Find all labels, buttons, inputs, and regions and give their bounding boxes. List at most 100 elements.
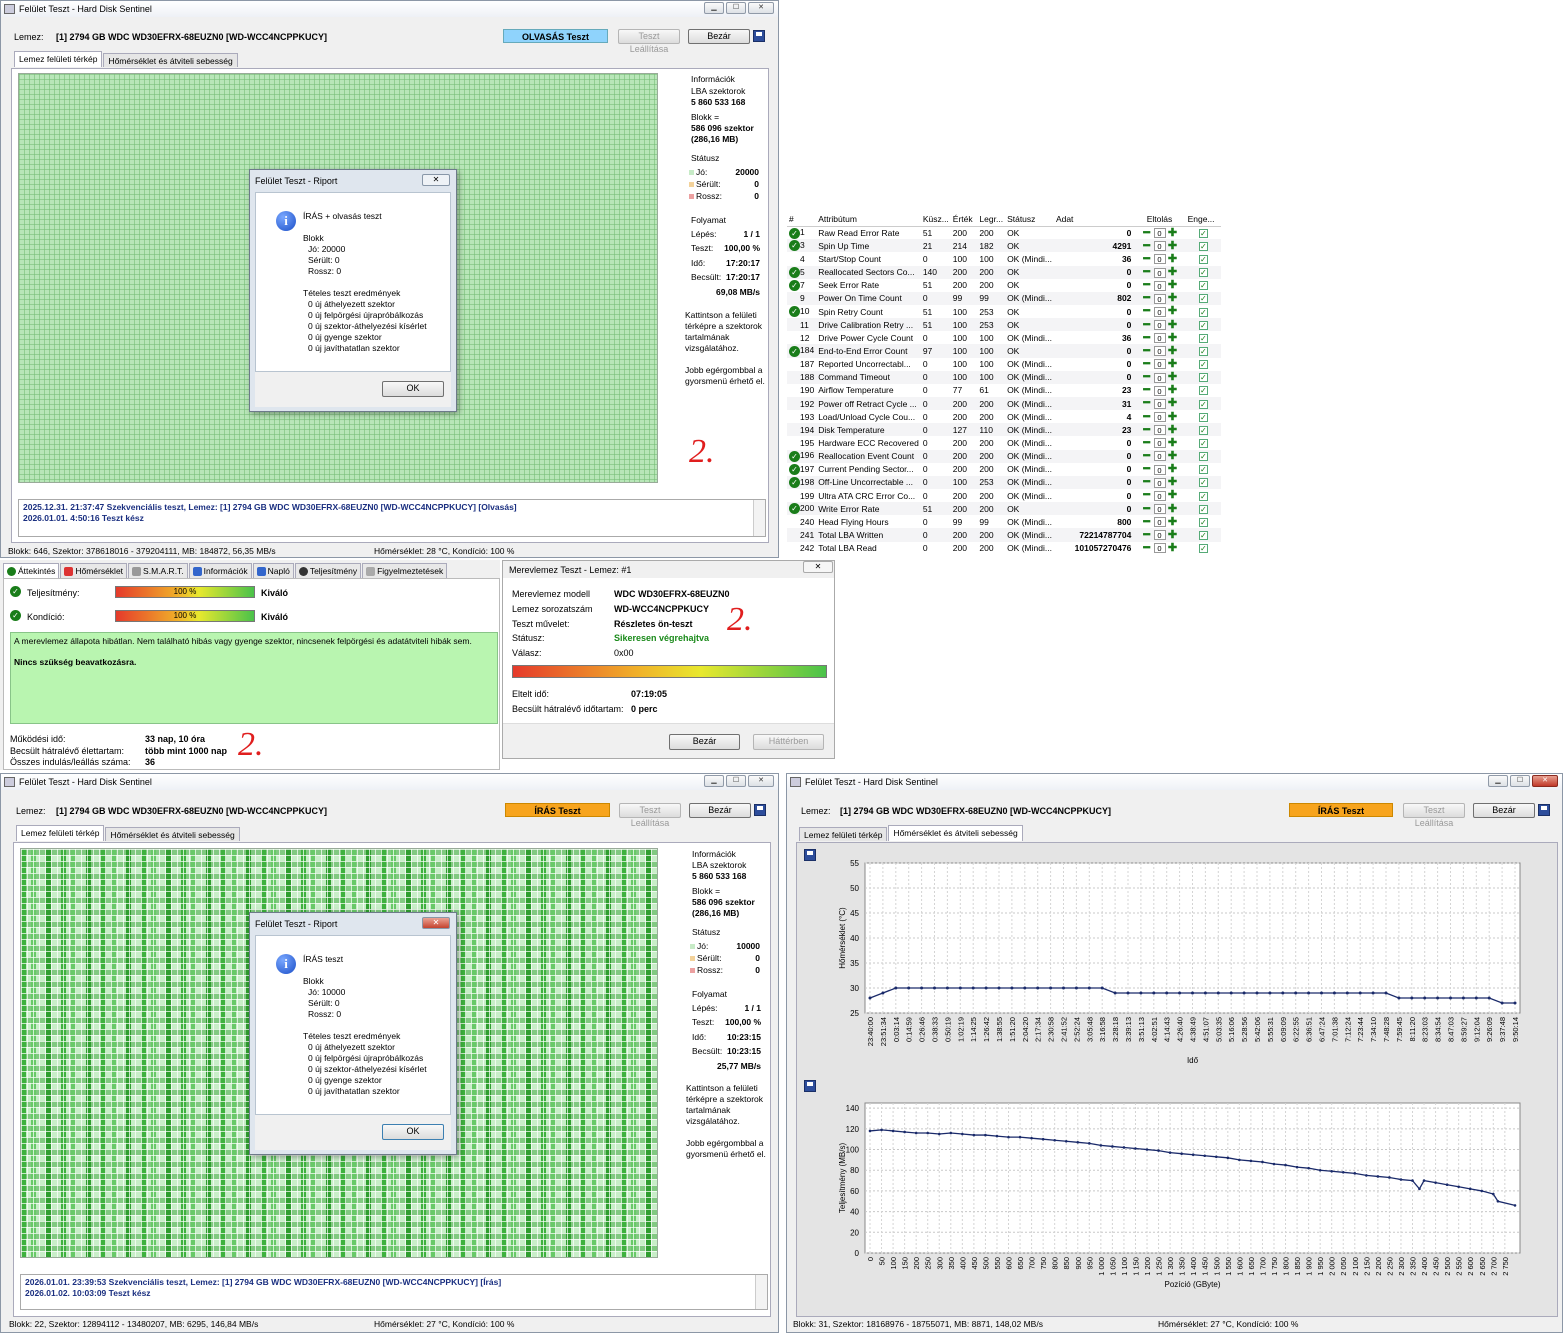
smart-row[interactable]: ✓ 196 Reallocation Event Count 0 200 200 OK (M… xyxy=(787,449,1221,463)
tab-warnings[interactable]: Figyelmeztetések xyxy=(362,563,448,578)
minus-icon[interactable]: ━ xyxy=(1142,529,1151,540)
minus-icon[interactable]: ━ xyxy=(1142,267,1151,278)
dialog-close-button[interactable]: ✕ xyxy=(422,917,450,929)
enabled-checkbox[interactable]: ✓ xyxy=(1198,504,1208,514)
offset-value[interactable]: 0 xyxy=(1153,464,1166,475)
smart-row[interactable]: ✓ 197 Current Pending Sector... 0 200 200 OK (… xyxy=(787,463,1221,476)
plus-icon[interactable]: ✚ xyxy=(1168,306,1177,317)
smart-row[interactable]: 187 Reported Uncorrectabl... 0 100 100 OK (Mi… xyxy=(787,358,1221,371)
minus-icon[interactable]: ━ xyxy=(1142,424,1151,435)
plus-icon[interactable]: ✚ xyxy=(1168,345,1177,356)
plus-icon[interactable]: ✚ xyxy=(1168,372,1177,383)
offset-value[interactable]: 0 xyxy=(1153,385,1166,396)
enabled-checkbox[interactable]: ✓ xyxy=(1198,478,1208,488)
col-header-offset[interactable]: Eltolás xyxy=(1133,213,1185,226)
close-window-button[interactable]: ✕ xyxy=(748,775,774,787)
enabled-checkbox[interactable]: ✓ xyxy=(1198,412,1208,422)
minus-icon[interactable]: ━ xyxy=(1142,503,1151,514)
col-header-enabled[interactable]: Enge... xyxy=(1186,213,1221,226)
minimize-button[interactable]: ▁ xyxy=(1488,775,1508,787)
tab-overview[interactable]: Áttekintés xyxy=(3,563,60,578)
enabled-checkbox[interactable]: ✓ xyxy=(1198,386,1208,396)
tab-temperature-speed[interactable]: Hőmérséklet és átviteli sebesség xyxy=(888,825,1023,841)
smart-row[interactable]: 195 Hardware ECC Recovered 0 200 200 OK (Mind… xyxy=(787,436,1221,449)
enabled-checkbox[interactable]: ✓ xyxy=(1198,228,1208,238)
minus-icon[interactable]: ━ xyxy=(1142,385,1151,396)
maximize-button[interactable]: ☐ xyxy=(1510,775,1530,787)
maximize-button[interactable]: ☐ xyxy=(726,775,746,787)
close-window-button[interactable]: ✕ xyxy=(1532,775,1558,787)
dialog-close-button[interactable]: ✕ xyxy=(422,174,450,186)
plus-icon[interactable]: ✚ xyxy=(1168,450,1177,461)
offset-value[interactable]: 0 xyxy=(1153,241,1166,252)
smart-row[interactable]: 199 Ultra ATA CRC Error Co... 0 200 200 OK (M… xyxy=(787,489,1221,502)
tab-smart[interactable]: S.M.A.R.T. xyxy=(128,563,188,578)
tab-performance[interactable]: Teljesítmény xyxy=(294,563,362,578)
enabled-checkbox[interactable]: ✓ xyxy=(1198,438,1208,448)
save-icon[interactable] xyxy=(754,804,766,816)
plus-icon[interactable]: ✚ xyxy=(1168,411,1177,422)
plus-icon[interactable]: ✚ xyxy=(1168,319,1177,330)
offset-value[interactable]: 0 xyxy=(1153,254,1166,265)
offset-value[interactable]: 0 xyxy=(1153,438,1166,449)
smart-row[interactable]: ✓ 184 End-to-End Error Count 97 100 100 OK 0 ━ 0… xyxy=(787,344,1221,358)
plus-icon[interactable]: ✚ xyxy=(1168,529,1177,540)
plus-icon[interactable]: ✚ xyxy=(1168,542,1177,553)
self-test-close-icon[interactable]: ✕ xyxy=(803,561,833,573)
enabled-checkbox[interactable]: ✓ xyxy=(1198,241,1208,251)
smart-row[interactable]: 190 Airflow Temperature 0 77 61 OK (Mindi... 2… xyxy=(787,384,1221,397)
smart-row[interactable]: ✓ 200 Write Error Rate 51 200 200 OK 0 ━ 0 ✚ ✓ xyxy=(787,502,1221,516)
enabled-checkbox[interactable]: ✓ xyxy=(1198,517,1208,527)
smart-row[interactable]: 241 Total LBA Written 0 200 200 OK (Mindi... 7… xyxy=(787,528,1221,542)
enabled-checkbox[interactable]: ✓ xyxy=(1198,346,1208,356)
col-header-data[interactable]: Adat xyxy=(1054,213,1133,226)
smart-row[interactable]: ✓ 10 Spin Retry Count 51 100 253 OK 0 ━ 0 ✚ ✓ xyxy=(787,305,1221,318)
smart-row[interactable]: 12 Drive Power Cycle Count 0 100 100 OK (Mind… xyxy=(787,331,1221,344)
col-header-worst[interactable]: Legr... xyxy=(977,213,1005,226)
tab-surface-map[interactable]: Lemez felületi térkép xyxy=(799,827,888,841)
offset-value[interactable]: 0 xyxy=(1153,346,1166,357)
maximize-button[interactable]: ☐ xyxy=(726,2,746,14)
offset-value[interactable]: 0 xyxy=(1153,412,1166,423)
enabled-checkbox[interactable]: ✓ xyxy=(1198,425,1208,435)
col-header-status[interactable]: Státusz xyxy=(1005,213,1054,226)
tab-information[interactable]: Információk xyxy=(188,563,252,578)
minus-icon[interactable]: ━ xyxy=(1142,372,1151,383)
plus-icon[interactable]: ✚ xyxy=(1168,503,1177,514)
smart-row[interactable]: ✓ 3 Spin Up Time 21 214 182 OK 4291 ━ 0 ✚ ✓ xyxy=(787,239,1221,253)
plus-icon[interactable]: ✚ xyxy=(1168,227,1177,238)
minus-icon[interactable]: ━ xyxy=(1142,450,1151,461)
smart-row[interactable]: 11 Drive Calibration Retry ... 51 100 253 OK 0… xyxy=(787,318,1221,332)
plus-icon[interactable]: ✚ xyxy=(1168,253,1177,264)
col-header-id[interactable]: # xyxy=(787,213,816,226)
offset-value[interactable]: 0 xyxy=(1153,306,1166,317)
minus-icon[interactable]: ━ xyxy=(1142,253,1151,264)
minus-icon[interactable]: ━ xyxy=(1142,411,1151,422)
enabled-checkbox[interactable]: ✓ xyxy=(1198,268,1208,278)
enabled-checkbox[interactable]: ✓ xyxy=(1198,544,1208,554)
minus-icon[interactable]: ━ xyxy=(1142,358,1151,369)
smart-row[interactable]: 9 Power On Time Count 0 99 99 OK (Mindi... 802… xyxy=(787,291,1221,305)
close-button[interactable]: Bezár xyxy=(1473,803,1535,818)
minus-icon[interactable]: ━ xyxy=(1142,332,1151,343)
tab-temperature-speed[interactable]: Hőmérséklet és átviteli sebesség xyxy=(105,827,240,841)
ok-button[interactable]: OK xyxy=(382,381,444,397)
offset-value[interactable]: 0 xyxy=(1153,477,1166,488)
offset-value[interactable]: 0 xyxy=(1153,359,1166,370)
offset-value[interactable]: 0 xyxy=(1153,372,1166,383)
offset-value[interactable]: 0 xyxy=(1153,517,1166,528)
col-header-value[interactable]: Érték xyxy=(951,213,978,226)
enabled-checkbox[interactable]: ✓ xyxy=(1198,307,1208,317)
minus-icon[interactable]: ━ xyxy=(1142,240,1151,251)
tab-temperature[interactable]: Hőmérséklet xyxy=(60,563,128,578)
minus-icon[interactable]: ━ xyxy=(1142,437,1151,448)
enabled-checkbox[interactable]: ✓ xyxy=(1198,530,1208,540)
smart-row[interactable]: ✓ 198 Off-Line Uncorrectable ... 0 100 253 OK … xyxy=(787,475,1221,489)
smart-row[interactable]: ✓ 1 Raw Read Error Rate 51 200 200 OK 0 ━ 0 ✚ ✓ xyxy=(787,226,1221,239)
minus-icon[interactable]: ━ xyxy=(1142,464,1151,475)
plus-icon[interactable]: ✚ xyxy=(1168,293,1177,304)
tab-surface-map[interactable]: Lemez felületi térkép xyxy=(16,825,105,841)
smart-row[interactable]: 192 Power off Retract Cycle ... 0 200 200 OK … xyxy=(787,396,1221,411)
save-icon[interactable] xyxy=(753,30,765,42)
stop-test-button[interactable]: Teszt Leállítása xyxy=(1403,803,1465,828)
